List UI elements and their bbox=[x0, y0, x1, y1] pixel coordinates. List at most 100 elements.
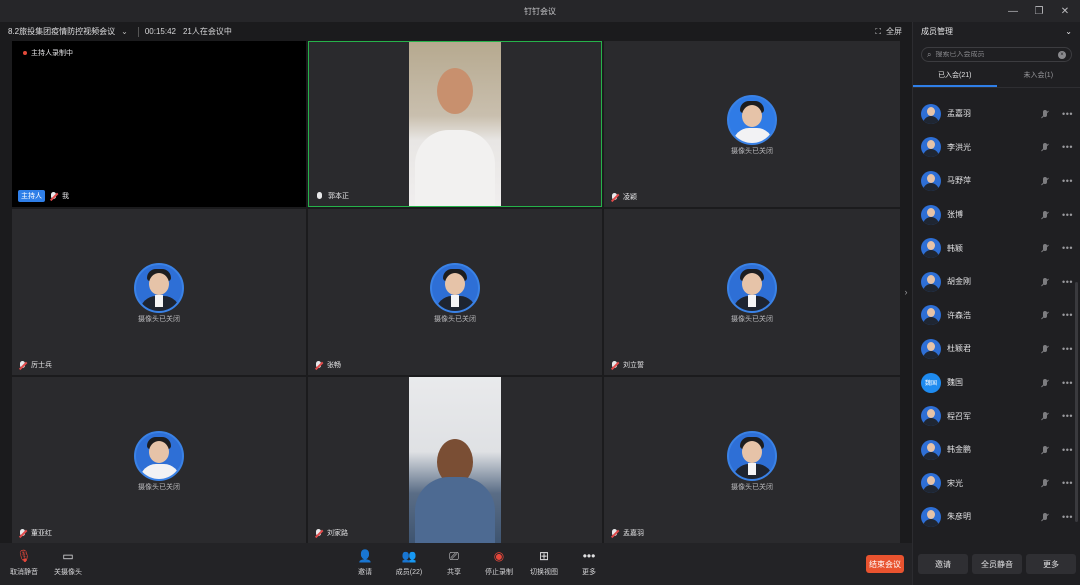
mic-muted-icon[interactable] bbox=[1040, 411, 1050, 421]
member-row[interactable]: 胡金刚 ••• bbox=[913, 265, 1080, 299]
member-row[interactable]: 魏国 魏国 ••• bbox=[913, 366, 1080, 400]
mic-muted-icon[interactable] bbox=[1040, 478, 1050, 488]
more-button[interactable]: ••• 更多 bbox=[571, 548, 607, 577]
member-row[interactable]: 马野萍 ••• bbox=[913, 164, 1080, 198]
end-meeting-button[interactable]: 结束会议 bbox=[866, 555, 904, 573]
member-row[interactable]: 许森浩 ••• bbox=[913, 299, 1080, 333]
mic-muted-icon[interactable] bbox=[1040, 277, 1050, 287]
member-search[interactable]: ⌕ × bbox=[921, 47, 1072, 62]
mic-muted-icon[interactable] bbox=[1040, 109, 1050, 119]
restore-icon[interactable]: ❐ bbox=[1032, 4, 1046, 18]
mic-muted-icon[interactable] bbox=[1040, 445, 1050, 455]
more-icon[interactable]: ••• bbox=[1062, 109, 1073, 119]
tab-joined[interactable]: 已入会(21) bbox=[913, 65, 997, 87]
mic-muted-icon bbox=[18, 528, 27, 538]
avatar bbox=[727, 431, 777, 481]
clear-icon[interactable]: × bbox=[1058, 50, 1066, 59]
switch-view-label: 切换视图 bbox=[530, 569, 558, 576]
invite-button[interactable]: 👤 邀请 bbox=[347, 548, 383, 577]
more-icon[interactable]: ••• bbox=[1062, 378, 1073, 388]
video-tile[interactable]: 摄像头已关闭 刘立誓 bbox=[604, 209, 900, 375]
more-icon[interactable]: ••• bbox=[1062, 344, 1073, 354]
camera-button[interactable]: ▭ 关摄像头 bbox=[50, 548, 86, 577]
more-icon[interactable]: ••• bbox=[1062, 210, 1073, 220]
member-row[interactable]: 韩颖 ••• bbox=[913, 231, 1080, 265]
stop-record-button[interactable]: ◉ 停止录制 bbox=[481, 548, 517, 577]
avatar bbox=[921, 506, 941, 527]
member-row[interactable]: 宋光 ••• bbox=[913, 467, 1080, 501]
mic-muted-icon[interactable] bbox=[1040, 176, 1050, 186]
share-button[interactable]: ⎚ 共享 bbox=[436, 548, 472, 577]
mic-muted-icon[interactable] bbox=[1040, 210, 1050, 220]
video-grid: 主持人录制中 主持人 我 郭本正 摄像头已关闭 凌颖 摄像头已关闭 厉士兵 摄像… bbox=[12, 41, 900, 543]
more-icon[interactable]: ••• bbox=[1062, 445, 1073, 455]
member-row[interactable]: 程召军 ••• bbox=[913, 399, 1080, 433]
minimize-icon[interactable]: — bbox=[1006, 4, 1020, 18]
tab-not-joined[interactable]: 未入会(1) bbox=[997, 65, 1080, 87]
camera-off-label: 摄像头已关闭 bbox=[138, 484, 180, 491]
avatar bbox=[727, 263, 777, 313]
more-icon[interactable]: ••• bbox=[1062, 243, 1073, 253]
member-row[interactable]: 韩金鹏 ••• bbox=[913, 433, 1080, 467]
mic-muted-icon[interactable] bbox=[1040, 344, 1050, 354]
participant-nametag: 孟嘉羽 bbox=[610, 528, 644, 538]
participant-nametag: 刘家路 bbox=[314, 528, 348, 538]
member-name: 宋光 bbox=[947, 478, 963, 488]
mic-muted-icon bbox=[314, 528, 323, 538]
more-icon: ••• bbox=[582, 549, 596, 563]
chevron-down-icon[interactable]: ⌄ bbox=[121, 27, 128, 36]
video-tile-self[interactable]: 主持人录制中 主持人 我 bbox=[12, 41, 306, 207]
avatar bbox=[921, 271, 941, 292]
mic-muted-icon[interactable] bbox=[1040, 378, 1050, 388]
search-icon: ⌕ bbox=[927, 49, 932, 59]
video-tile-speaker[interactable]: 郭本正 bbox=[308, 41, 602, 207]
video-tile[interactable]: 摄像头已关闭 厉士兵 bbox=[12, 209, 306, 375]
panel-header: 成员管理 ⌄ bbox=[913, 22, 1080, 41]
video-tile[interactable]: 摄像头已关闭 孟嘉羽 bbox=[604, 377, 900, 543]
participant-video bbox=[409, 42, 501, 206]
more-icon[interactable]: ••• bbox=[1062, 512, 1073, 522]
fullscreen-button[interactable]: ⛶ 全屏 bbox=[875, 22, 902, 41]
more-icon[interactable]: ••• bbox=[1062, 277, 1073, 287]
fullscreen-icon: ⛶ bbox=[875, 26, 881, 36]
close-icon[interactable]: ✕ bbox=[1058, 4, 1072, 18]
video-tile[interactable]: 摄像头已关闭 张畅 bbox=[308, 209, 602, 375]
video-tile[interactable]: 摄像头已关闭 凌颖 bbox=[604, 41, 900, 207]
search-input[interactable] bbox=[935, 51, 1055, 58]
member-name: 韩金鹏 bbox=[947, 445, 971, 455]
more-button[interactable]: 更多 bbox=[1026, 554, 1076, 574]
recording-indicator: 主持人录制中 bbox=[20, 47, 76, 59]
video-tile[interactable]: 摄像头已关闭 董亚红 bbox=[12, 377, 306, 543]
invite-button[interactable]: 邀请 bbox=[918, 554, 968, 574]
chevron-right-icon[interactable]: › bbox=[900, 278, 912, 306]
avatar bbox=[921, 238, 941, 259]
member-row[interactable]: 孟嘉羽 ••• bbox=[913, 97, 1080, 131]
member-row[interactable]: 杜颖君 ••• bbox=[913, 332, 1080, 366]
mic-muted-icon[interactable] bbox=[1040, 310, 1050, 320]
member-row[interactable]: 李洪光 ••• bbox=[913, 131, 1080, 165]
meeting-title[interactable]: 8.2旅投集团疫情防控视频会议 bbox=[8, 26, 115, 37]
participant-count: 21人在会议中 bbox=[182, 27, 232, 36]
video-tile[interactable]: 刘家路 bbox=[308, 377, 602, 543]
person-body bbox=[415, 477, 495, 543]
mic-muted-icon[interactable] bbox=[1040, 243, 1050, 253]
more-icon[interactable]: ••• bbox=[1062, 142, 1073, 152]
member-row[interactable]: 张博 ••• bbox=[913, 198, 1080, 232]
chevron-down-icon[interactable]: ⌄ bbox=[1065, 27, 1072, 36]
avatar bbox=[921, 473, 941, 494]
mute-all-button[interactable]: 全员静音 bbox=[972, 554, 1022, 574]
unmute-button[interactable]: 🎙 取消静音 bbox=[6, 548, 42, 577]
mic-muted-icon bbox=[610, 528, 619, 538]
mic-muted-icon[interactable] bbox=[1040, 142, 1050, 152]
camera-off-label: 摄像头已关闭 bbox=[731, 316, 773, 323]
more-icon[interactable]: ••• bbox=[1062, 411, 1073, 421]
members-button[interactable]: 👥 成员(22) bbox=[391, 548, 427, 577]
more-icon[interactable]: ••• bbox=[1062, 478, 1073, 488]
member-row[interactable]: 朱彦明 ••• bbox=[913, 500, 1080, 534]
member-name: 韩颖 bbox=[947, 243, 963, 253]
more-icon[interactable]: ••• bbox=[1062, 176, 1073, 186]
more-icon[interactable]: ••• bbox=[1062, 310, 1073, 320]
scrollbar[interactable] bbox=[1075, 282, 1078, 522]
mic-muted-icon[interactable] bbox=[1040, 512, 1050, 522]
switch-view-button[interactable]: ⊞ 切换视图 bbox=[526, 548, 562, 577]
